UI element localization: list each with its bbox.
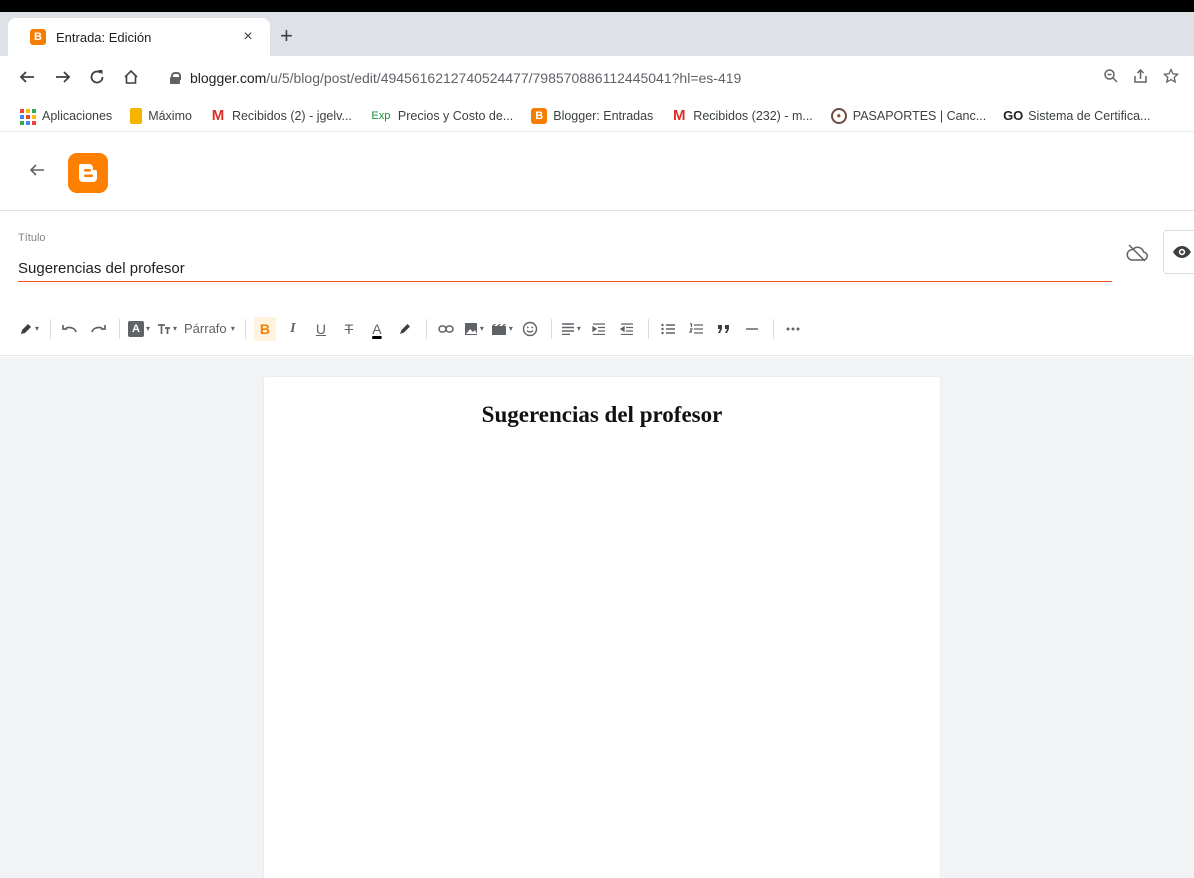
exp-icon: Exp xyxy=(371,109,391,122)
numbered-list-icon[interactable] xyxy=(685,317,707,341)
reload-icon[interactable] xyxy=(84,64,110,90)
more-options-icon[interactable] xyxy=(782,317,804,341)
editor-canvas: Sugerencias del profesor xyxy=(0,357,1194,878)
emoji-icon[interactable] xyxy=(519,317,541,341)
url-text[interactable]: blogger.com/u/5/blog/post/edit/494561621… xyxy=(190,70,1096,86)
paragraph-format-dropdown[interactable]: Párrafo ▾ xyxy=(184,317,235,341)
align-dropdown[interactable]: ▾ xyxy=(560,317,582,341)
title-input[interactable] xyxy=(18,256,1112,282)
text-size-icon xyxy=(158,323,170,334)
bookmark-gmail-1[interactable]: M Recibidos (2) - jgelv... xyxy=(210,107,352,124)
formatting-toolbar: ▾ A ▾ ▾ Párrafo ▾ B I U T A ▾ ▾ ▾ xyxy=(0,302,1194,356)
bookmark-precios[interactable]: Exp Precios y Costo de... xyxy=(370,108,513,124)
underline-icon[interactable]: U xyxy=(310,317,332,341)
back-icon[interactable] xyxy=(14,64,40,90)
blogger-icon: B xyxy=(531,107,548,124)
bookmark-star-icon[interactable] xyxy=(1156,67,1186,89)
bookmark-label: Recibidos (2) - jgelv... xyxy=(231,108,352,123)
go-icon: GO xyxy=(1003,108,1024,123)
redo-icon[interactable] xyxy=(87,317,109,341)
blogger-logo-icon[interactable] xyxy=(68,153,108,193)
align-icon xyxy=(561,322,574,335)
editor-page[interactable]: Sugerencias del profesor xyxy=(264,377,940,878)
preview-button[interactable] xyxy=(1163,230,1194,274)
forward-icon[interactable] xyxy=(50,64,76,90)
bookmark-maximo[interactable]: Máximo xyxy=(130,107,192,124)
font-dropdown[interactable]: A ▾ xyxy=(128,317,150,341)
post-heading[interactable]: Sugerencias del profesor xyxy=(264,402,940,428)
insert-video-icon[interactable]: ▾ xyxy=(491,317,513,341)
highlight-icon[interactable] xyxy=(394,317,416,341)
toolbar-divider xyxy=(425,318,427,339)
bookmark-aplicaciones[interactable]: Aplicaciones xyxy=(20,108,113,125)
bookmark-label: Máximo xyxy=(148,108,192,123)
share-icon[interactable] xyxy=(1126,68,1156,89)
insert-image-icon[interactable]: ▾ xyxy=(463,317,485,341)
eye-icon xyxy=(1173,246,1191,258)
bookmarks-bar: Aplicaciones Máximo M Recibidos (2) - jg… xyxy=(0,100,1194,132)
font-icon: A xyxy=(128,320,144,337)
toolbar-divider xyxy=(772,318,774,339)
toolbar-divider xyxy=(550,318,552,339)
gmail-icon: M xyxy=(673,107,686,124)
quote-icon[interactable] xyxy=(713,317,735,341)
bookmark-label: PASAPORTES | Canc... xyxy=(852,108,987,123)
italic-icon[interactable]: I xyxy=(282,317,304,341)
gmail-icon: M xyxy=(211,107,225,124)
outdent-icon[interactable] xyxy=(616,317,638,341)
text-color-icon[interactable]: A xyxy=(366,317,388,341)
bookmark-sistema[interactable]: GO Sistema de Certifica... xyxy=(1003,108,1151,124)
window-top-border xyxy=(0,0,1194,12)
close-tab-icon[interactable]: × xyxy=(238,28,258,46)
bold-icon[interactable]: B xyxy=(253,316,276,341)
bookmark-label: Precios y Costo de... xyxy=(397,108,514,123)
back-arrow-icon[interactable] xyxy=(29,161,45,184)
toolbar-divider xyxy=(119,318,120,339)
toolbar-divider xyxy=(647,318,649,339)
bookmark-pasaportes[interactable]: ● PASAPORTES | Canc... xyxy=(830,107,987,124)
tab-title: Entrada: Edición xyxy=(56,29,152,45)
strikethrough-icon[interactable]: T xyxy=(338,317,360,341)
compose-mode-dropdown[interactable]: ▾ xyxy=(18,317,40,341)
undo-icon[interactable] xyxy=(59,317,81,341)
link-icon[interactable] xyxy=(435,317,457,341)
bookmark-blogger[interactable]: B Blogger: Entradas xyxy=(531,107,654,124)
toolbar-divider xyxy=(244,318,246,339)
tab-strip: B Entrada: Edición × + xyxy=(0,12,1194,56)
cloud-off-icon xyxy=(1126,244,1148,267)
bookmark-label: Sistema de Certifica... xyxy=(1028,108,1151,123)
bookmark-label: Aplicaciones xyxy=(42,108,113,123)
indent-icon[interactable] xyxy=(588,317,610,341)
bookmark-label: Blogger: Entradas xyxy=(553,108,654,123)
blogger-header xyxy=(0,133,1194,211)
lock-icon[interactable] xyxy=(170,72,181,84)
pencil-icon xyxy=(20,323,31,334)
doc-icon xyxy=(130,107,143,124)
apps-grid-icon xyxy=(20,108,36,125)
browser-toolbar: blogger.com/u/5/blog/post/edit/494561621… xyxy=(0,56,1194,100)
bulleted-list-icon[interactable] xyxy=(657,317,679,341)
title-label: Título xyxy=(18,232,46,244)
toolbar-divider xyxy=(50,318,51,339)
address-bar[interactable]: blogger.com/u/5/blog/post/edit/494561621… xyxy=(156,62,1186,94)
font-size-dropdown[interactable]: ▾ xyxy=(156,317,178,341)
passport-icon: ● xyxy=(830,107,847,124)
new-tab-button[interactable]: + xyxy=(280,25,293,47)
bookmark-gmail-2[interactable]: M Recibidos (232) - m... xyxy=(671,107,813,124)
browser-tab[interactable]: B Entrada: Edición × xyxy=(8,18,270,56)
title-section: Título xyxy=(0,212,1194,302)
bookmark-label: Recibidos (232) - m... xyxy=(693,108,813,123)
horizontal-rule-icon[interactable] xyxy=(741,317,763,341)
blogger-favicon-icon: B xyxy=(30,29,46,45)
zoom-icon[interactable] xyxy=(1096,68,1126,89)
home-icon[interactable] xyxy=(118,64,144,90)
